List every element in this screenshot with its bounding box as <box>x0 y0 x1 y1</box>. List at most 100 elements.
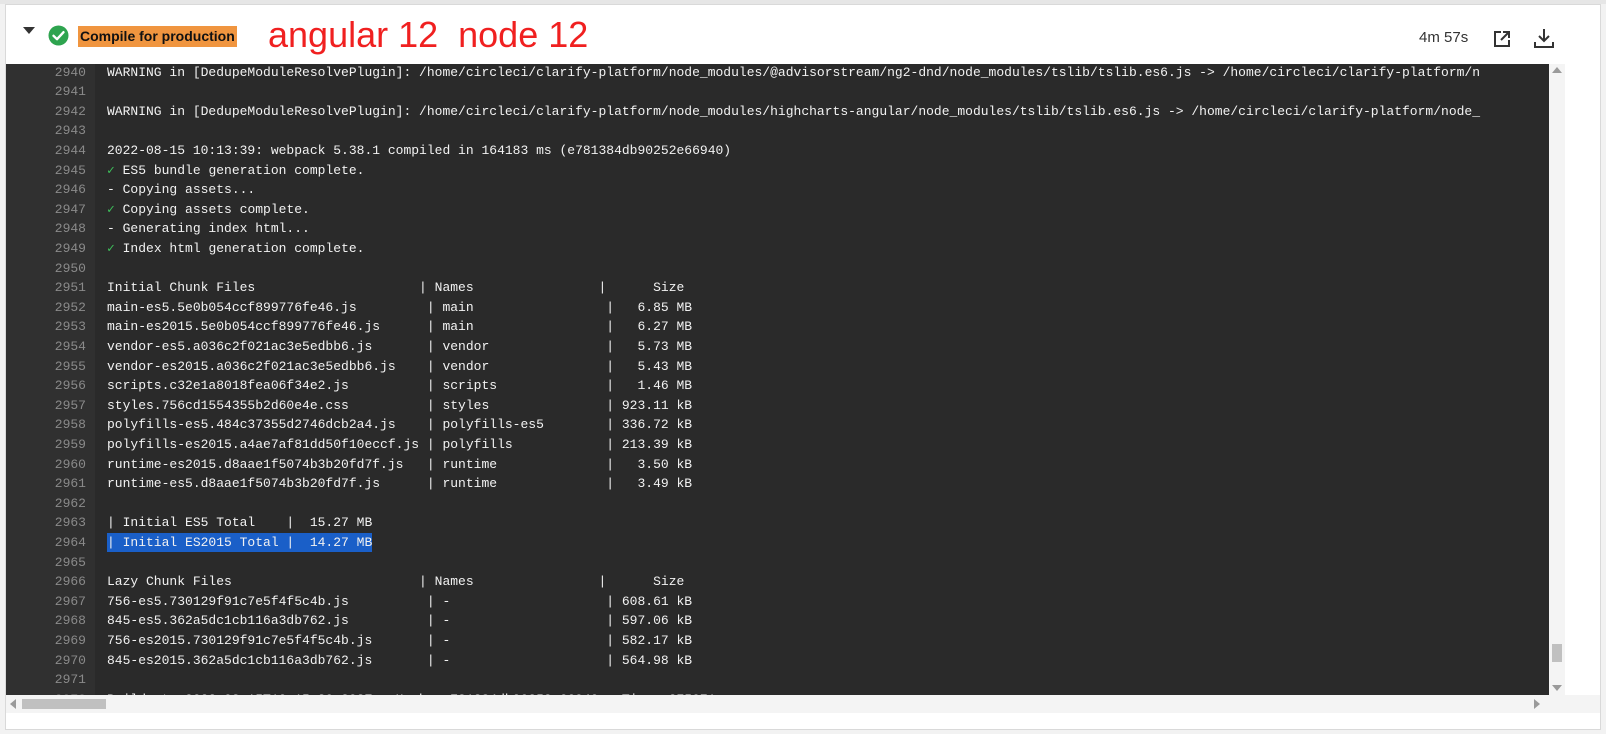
log-line: 2949 ✓ Index html generation complete. <box>6 239 1549 259</box>
log-line: 2951 Initial Chunk Files | Names | Size <box>6 278 1549 298</box>
log-line: 2965 <box>6 553 1549 573</box>
log-line: 2958 polyfills-es5.484c37355d2746dcb2a4.j… <box>6 415 1549 435</box>
log-line: 2947 ✓ Copying assets complete. <box>6 200 1549 220</box>
log-text: - Copying assets... <box>107 180 255 200</box>
log-line: 2955 vendor-es2015.a036c2f021ac3e5edbb6.j… <box>6 357 1549 377</box>
log-line-text: vendor-es2015.a036c2f021ac3e5edbb6.js | … <box>107 358 693 374</box>
scroll-right-icon[interactable] <box>1534 699 1540 709</box>
log-text: 2022-08-15 10:13:39: webpack 5.38.1 comp… <box>107 141 731 161</box>
log-line-text: - Copying assets... <box>107 182 256 198</box>
line-number[interactable]: 2946 <box>6 180 86 200</box>
line-number[interactable]: 2961 <box>6 474 86 494</box>
log-text: 845-es5.362a5dc1cb116a3db762.js | - | 59… <box>107 611 692 631</box>
log-line-text: Lazy Chunk Files | Names | Size <box>107 574 685 590</box>
log-line: 2942 WARNING in [DedupeModuleResolvePlugi… <box>6 102 1549 122</box>
line-number[interactable]: 2968 <box>6 611 86 631</box>
line-number[interactable]: 2947 <box>6 200 86 220</box>
log-text: Lazy Chunk Files | Names | Size <box>107 572 684 592</box>
line-number[interactable]: 2962 <box>6 494 86 514</box>
log-line-text: 845-es5.362a5dc1cb116a3db762.js | - | 59… <box>107 613 693 629</box>
log-line-text: polyfills-es2015.a4ae7af81dd50f10eccf.js… <box>107 436 693 452</box>
line-number[interactable]: 2945 <box>6 161 86 181</box>
line-number[interactable]: 2960 <box>6 455 86 475</box>
line-number[interactable]: 2963 <box>6 513 86 533</box>
line-number[interactable]: 2958 <box>6 415 86 435</box>
scroll-up-icon[interactable] <box>1552 67 1562 73</box>
log-text: polyfills-es5.484c37355d2746dcb2a4.js | … <box>107 415 692 435</box>
log-line-text: vendor-es5.a036c2f021ac3e5edbb6.js | ven… <box>107 338 693 354</box>
line-number[interactable]: 2944 <box>6 141 86 161</box>
line-number[interactable]: 2941 <box>6 82 86 102</box>
vertical-scroll-thumb[interactable] <box>1552 644 1562 662</box>
log-line-text: - Generating index html... <box>107 221 310 237</box>
log-line: 2943 <box>6 121 1549 141</box>
checkmark-icon: ✓ <box>107 162 115 178</box>
line-number[interactable]: 2959 <box>6 435 86 455</box>
line-number[interactable]: 2965 <box>6 553 86 573</box>
line-number[interactable]: 2951 <box>6 278 86 298</box>
line-number[interactable]: 2967 <box>6 592 86 612</box>
log-text: 756-es5.730129f91c7e5f4f5c4b.js | - | 60… <box>107 592 692 612</box>
open-external-icon[interactable] <box>1492 29 1512 49</box>
line-number[interactable]: 2966 <box>6 572 86 592</box>
download-icon[interactable] <box>1533 27 1555 49</box>
job-duration: 4m 57s <box>1419 29 1469 46</box>
log-output[interactable]: 2940 WARNING in [DedupeModuleResolvePlugi… <box>6 64 1549 695</box>
log-line: 2948 - Generating index html... <box>6 219 1549 239</box>
log-line: 2945 ✓ ES5 bundle generation complete. <box>6 161 1549 181</box>
line-number[interactable]: 2948 <box>6 219 86 239</box>
log-text: polyfills-es2015.a4ae7af81dd50f10eccf.js… <box>107 435 692 455</box>
line-number[interactable]: 2964 <box>6 533 86 553</box>
log-line: 2957 styles.756cd1554355b2d60e4e.css | st… <box>6 396 1549 416</box>
log-line-text: WARNING in [DedupeModuleResolvePlugin]: … <box>107 103 1481 119</box>
log-line: 2944 2022-08-15 10:13:39: webpack 5.38.1 … <box>6 141 1549 161</box>
log-line: 2962 <box>6 494 1549 514</box>
log-line-text: main-es5.5e0b054ccf899776fe46.js | main … <box>107 299 693 315</box>
log-line-text: WARNING in [DedupeModuleResolvePlugin]: … <box>107 64 1481 80</box>
log-line: 2963 | Initial ES5 Total | 15.27 MB <box>6 513 1549 533</box>
log-line-text: ES5 bundle generation complete. <box>114 162 365 178</box>
log-line: 2960 runtime-es2015.d8aae1f5074b3b20fd7f.… <box>6 455 1549 475</box>
log-line: 2953 main-es2015.5e0b054ccf899776fe46.js … <box>6 317 1549 337</box>
log-line: 2952 main-es5.5e0b054ccf899776fe46.js | m… <box>6 298 1549 318</box>
log-line: 2970 845-es2015.362a5dc1cb116a3db762.js |… <box>6 651 1549 671</box>
caret-down-icon[interactable] <box>23 27 35 34</box>
job-step-header[interactable]: Compile for production angular 12 node 1… <box>6 5 1600 64</box>
log-line: 2956 scripts.c32e1a8018fea06f34e2.js | sc… <box>6 376 1549 396</box>
log-line: 2946 - Copying assets... <box>6 180 1549 200</box>
line-number[interactable]: 2955 <box>6 357 86 377</box>
log-text: scripts.c32e1a8018fea06f34e2.js | script… <box>107 376 692 396</box>
line-number[interactable]: 2971 <box>6 670 86 690</box>
checkmark-icon: ✓ <box>107 240 115 256</box>
log-text: WARNING in [DedupeModuleResolvePlugin]: … <box>107 64 1480 82</box>
line-number[interactable]: 2953 <box>6 317 86 337</box>
line-number[interactable]: 2969 <box>6 631 86 651</box>
checkmark-icon: ✓ <box>107 201 115 217</box>
log-line: 2941 <box>6 82 1549 102</box>
vertical-scrollbar[interactable] <box>1549 64 1565 695</box>
horizontal-scroll-thumb[interactable] <box>22 699 106 709</box>
line-number[interactable]: 2949 <box>6 239 86 259</box>
job-title: Compile for production <box>78 26 237 47</box>
log-line: 2964 | Initial ES2015 Total | 14.27 MB <box>6 532 1549 553</box>
line-number[interactable]: 2970 <box>6 651 86 671</box>
scroll-down-icon[interactable] <box>1552 685 1562 691</box>
horizontal-scrollbar[interactable] <box>6 695 1600 713</box>
log-text: Initial Chunk Files | Names | Size <box>107 278 684 298</box>
line-number[interactable]: 2950 <box>6 259 86 279</box>
log-text: styles.756cd1554355b2d60e4e.css | styles… <box>107 396 692 416</box>
log-line-text: runtime-es5.d8aae1f5074b3b20fd7f.js | ru… <box>107 476 693 492</box>
scroll-left-icon[interactable] <box>10 699 16 709</box>
line-number[interactable]: 2954 <box>6 337 86 357</box>
line-number[interactable]: 2956 <box>6 376 86 396</box>
line-number[interactable]: 2943 <box>6 121 86 141</box>
log-line: 2971 <box>6 670 1549 690</box>
log-text: ✓ Copying assets complete. <box>107 200 310 220</box>
line-number[interactable]: 2957 <box>6 396 86 416</box>
line-number[interactable]: 2942 <box>6 102 86 122</box>
line-number[interactable]: 2952 <box>6 298 86 318</box>
log-line-text: styles.756cd1554355b2d60e4e.css | styles… <box>107 397 693 413</box>
line-number[interactable]: 2940 <box>6 64 86 82</box>
log-line: 2968 845-es5.362a5dc1cb116a3db762.js | - … <box>6 611 1549 631</box>
log-line: 2966 Lazy Chunk Files | Names | Size <box>6 572 1549 592</box>
